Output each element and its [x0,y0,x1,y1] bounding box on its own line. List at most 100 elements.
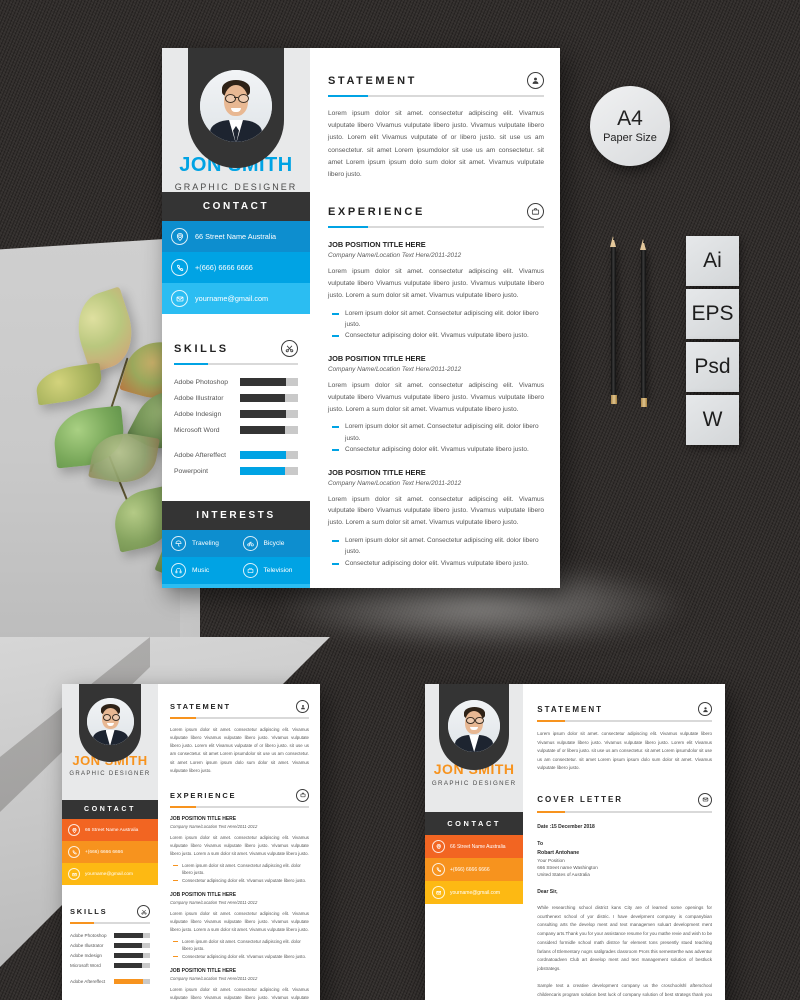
interest-item[interactable]: Television [239,557,311,584]
resume-role: GRAPHIC DESIGNER [431,780,517,787]
interest-item[interactable]: Bicycle [239,530,311,557]
dash-icon [173,940,178,943]
skill-bar [240,394,298,402]
contact-text: 66 Street Name Australia [85,827,139,833]
profile-header: JON SMITH GRAPHIC DESIGNER [425,684,524,812]
envelope-icon [68,868,80,880]
pencil-ferrule [610,395,617,404]
avatar [86,698,134,745]
skills-section: SKILLS Adobe Photoshop Adobe Illustrator [62,885,158,989]
job-meta: Company Name/Location Text Here/2011-201… [170,900,258,906]
job-title: JOB POSITION TITLE HERE [170,892,237,899]
pencil-left [610,236,617,404]
format-badge-word: W [686,395,739,445]
bullet-text: Lorem ipsum dolor sit amet. Consectetur … [182,938,301,952]
pencil-lead-icon [612,236,615,240]
interests-row: Music Television [162,557,310,584]
job-title: JOB POSITION TITLE HERE [170,968,237,975]
experience-item: JOB POSITION TITLE HERE Company Name/Loc… [170,968,309,1000]
cover-letter-column: STATEMENT Lorem ipsum dolor sit amet. co… [523,684,725,1000]
interests-row: Cricket Football [162,584,310,588]
skill-bar [240,378,298,386]
experience-item: JOB POSITION TITLE HERE Company Name/Loc… [328,468,544,570]
skill-bar [114,933,150,938]
job-text: Lorem ipsum dolor sit amet. consectetur … [328,268,544,299]
date-value: 15 December 2018 [551,823,595,830]
avatar [200,70,272,142]
contact-item[interactable]: yourname@gmail.com [162,283,310,314]
person-icon [296,700,309,713]
job-bullets: Lorem ipsum dolor sit amet. Consectetur … [328,308,544,342]
television-icon [242,563,258,578]
bullet-item: Lorem ipsum dolor sit amet. Consectetur … [170,862,309,877]
contact-item[interactable]: 66 Street Name Australia [162,221,310,252]
bullet-text: Lorem ipsum dolor sit amet. Consectetur … [182,862,301,876]
contact-item[interactable]: +(666) 6666 6666 [425,858,524,881]
cover-letter-sheet: JON SMITH GRAPHIC DESIGNER CONTACT 66 St… [425,684,725,1000]
bullet-item: Lorem ipsum dolor sit amet. Consectetur … [328,308,544,331]
envelope-icon [171,290,188,307]
contact-item[interactable]: yourname@gmail.com [425,881,524,904]
contact-item[interactable]: +(666) 6666 6666 [162,252,310,283]
experience-heading: EXPERIENCE [328,205,425,218]
person-icon [698,702,712,716]
location-pin-icon [171,228,188,245]
contact-item[interactable]: 66 Street Name Australia [62,819,158,841]
resume-sheet-orange-left: JON SMITH GRAPHIC DESIGNER CONTACT 66 St… [62,684,320,1000]
resume-left-column: JON SMITH GRAPHIC DESIGNER CONTACT 66 St… [162,48,310,588]
interest-item[interactable]: Cricket [162,584,239,588]
phone-icon [432,863,445,876]
bullet-text: Lorem ipsum dolor sit amet. Consectetur … [345,423,539,442]
job-meta: Company Name/Location Text Here/2011-201… [328,479,462,487]
skill-bar [240,426,298,434]
location-pin-icon [68,824,80,836]
contact-text: 66 Street Name Australia [450,843,506,850]
dash-icon [332,540,339,543]
skill-label: Microsoft Word [174,426,220,434]
contact-heading: CONTACT [162,192,310,221]
job-bullets: Lorem ipsum dolor sit amet. Consectetur … [328,535,544,569]
cover-letter-rule [537,810,712,813]
skill-bar [114,963,150,968]
dash-icon [332,312,339,315]
job-text: Lorem ipsum dolor sit amet. consectetur … [170,911,309,932]
resume-role: GRAPHIC DESIGNER [174,182,298,192]
skill-row: Adobe Aftereffect [70,979,150,984]
contact-item[interactable]: 66 Street Name Australia [425,835,524,858]
location-pin-icon [432,840,445,853]
interest-item[interactable]: Music [162,557,239,584]
bullet-text: Consectetur adipiscing dolor elit. Vivam… [182,877,307,883]
dash-icon [173,879,178,881]
contact-item[interactable]: yourname@gmail.com [62,863,158,885]
job-title: JOB POSITION TITLE HERE [170,815,237,822]
recipient-line: 666 Street name Washington [537,864,598,870]
skill-row: Adobe Indesign [70,953,150,958]
statement-section: STATEMENT Lorem ipsum dolor sit amet. co… [328,72,544,181]
contact-text: yourname@gmail.com [450,889,501,896]
skill-bar-fill [114,943,143,948]
skill-bar-fill [240,378,287,386]
experience-item: JOB POSITION TITLE HERE Company Name/Loc… [170,892,309,960]
contact-heading: CONTACT [62,800,158,819]
bullet-text: Consectetur adipiscing dolor elit. Vivam… [345,332,529,340]
contact-text: +(666) 6666 6666 [195,263,253,272]
skills-heading: SKILLS [70,907,108,916]
skill-bar [240,451,298,459]
interest-item[interactable]: Football [239,584,311,588]
contact-item[interactable]: +(666) 6666 6666 [62,841,158,863]
interest-item[interactable]: Traveling [162,530,239,557]
experience-section: EXPERIENCE JOB POSITION TITLE HERE Compa… [328,203,544,569]
bullet-text: Lorem ipsum dolor sit amet. Consectetur … [345,309,539,329]
bullet-item: Consectetur adipiscing dolor elit. Vivam… [328,330,544,341]
contact-heading: CONTACT [425,812,524,835]
contact-text: yourname@gmail.com [195,294,269,303]
format-badge-psd: Psd [686,342,739,392]
contact-text: +(666) 6666 6666 [450,866,490,873]
statement-section: STATEMENT Lorem ipsum dolor sit amet. co… [170,700,309,775]
headphones-icon [171,563,186,578]
skill-bar [114,979,150,984]
statement-section: STATEMENT Lorem ipsum dolor sit amet. co… [537,702,712,773]
briefcase-icon [527,203,544,221]
resume-right-column: STATEMENT Lorem ipsum dolor sit amet. co… [158,684,320,1000]
skill-label: Adobe Indesign [174,410,222,418]
